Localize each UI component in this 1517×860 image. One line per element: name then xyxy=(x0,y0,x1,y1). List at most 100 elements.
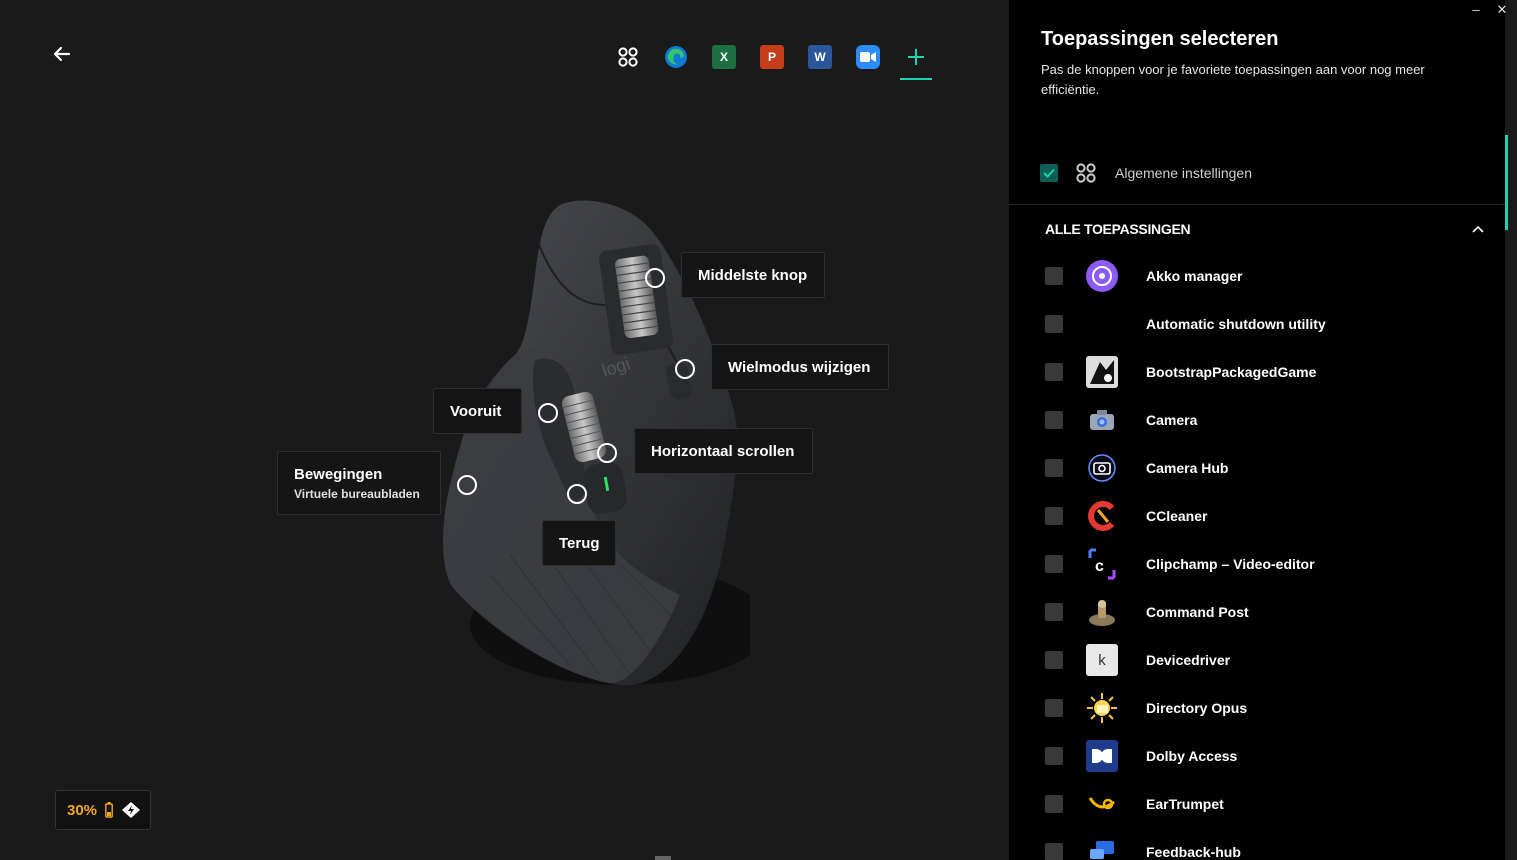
app-name: Automatic shutdown utility xyxy=(1146,316,1326,332)
app-checkbox[interactable] xyxy=(1045,651,1063,669)
chevron-up-icon[interactable] xyxy=(1471,224,1485,234)
callout-horizontal-scroll[interactable]: Horizontaal scrollen xyxy=(634,428,813,474)
gestures-hotspot[interactable] xyxy=(457,475,477,495)
tab-general-settings[interactable] xyxy=(604,34,652,80)
panel-subtitle: Pas de knoppen voor je favoriete toepass… xyxy=(1041,62,1425,97)
horizontal-scroll-hotspot[interactable] xyxy=(597,443,617,463)
app-checkbox[interactable] xyxy=(1045,411,1063,429)
divider xyxy=(1009,204,1505,205)
ccleaner-icon xyxy=(1086,500,1118,532)
app-checkbox[interactable] xyxy=(1045,315,1063,333)
callout-gestures-sub: Virtuele bureaubladen xyxy=(294,486,420,501)
select-applications-panel: Toepassingen selecteren Pas de knoppen v… xyxy=(1009,0,1505,860)
camera-icon xyxy=(1086,404,1118,436)
wheel-mode-hotspot[interactable] xyxy=(675,359,695,379)
list-item[interactable]: Directory Opus xyxy=(1045,684,1485,732)
directory-opus-icon xyxy=(1086,692,1118,724)
camera-hub-icon xyxy=(1086,452,1118,484)
svg-text:c: c xyxy=(1095,558,1104,575)
back-button[interactable] xyxy=(48,40,76,68)
callout-gestures-label: Bewegingen xyxy=(294,465,383,483)
zoom-icon xyxy=(856,45,880,69)
app-name: Camera xyxy=(1146,412,1198,428)
command-post-icon xyxy=(1086,596,1118,628)
excel-icon: X xyxy=(712,45,736,69)
app-checkbox[interactable] xyxy=(1045,603,1063,621)
list-item[interactable]: Dolby Access xyxy=(1045,732,1485,780)
tab-word[interactable]: W xyxy=(796,34,844,80)
callout-back[interactable]: Terug xyxy=(542,520,616,566)
bootstrap-icon xyxy=(1086,356,1118,388)
list-item[interactable]: Camera xyxy=(1045,396,1485,444)
callout-back-label: Terug xyxy=(559,534,600,552)
callout-middle-button[interactable]: Middelste knop xyxy=(681,252,825,298)
arrow-left-icon xyxy=(53,46,71,62)
callout-gestures[interactable]: Bewegingen Virtuele bureaubladen xyxy=(277,451,441,515)
back-button-hotspot[interactable] xyxy=(567,484,587,504)
tab-add-application[interactable] xyxy=(892,34,940,80)
list-item[interactable]: Command Post xyxy=(1045,588,1485,636)
tab-powerpoint[interactable]: P xyxy=(748,34,796,80)
app-name: Directory Opus xyxy=(1146,700,1248,716)
app-checkbox[interactable] xyxy=(1045,555,1063,573)
check-icon xyxy=(1043,168,1055,178)
word-icon: W xyxy=(808,45,832,69)
list-item[interactable]: Automatic shutdown utility xyxy=(1045,300,1485,348)
battery-status[interactable]: 30% xyxy=(55,790,151,830)
app-checkbox[interactable] xyxy=(1045,507,1063,525)
logi-bolt-icon xyxy=(122,802,141,818)
app-checkbox[interactable] xyxy=(1045,267,1063,285)
middle-button-hotspot[interactable] xyxy=(645,268,665,288)
powerpoint-icon: P xyxy=(760,45,784,69)
list-item[interactable]: EarTrumpet xyxy=(1045,780,1485,828)
app-name: BootstrapPackagedGame xyxy=(1146,364,1317,380)
grid-icon xyxy=(618,47,638,67)
app-name: EarTrumpet xyxy=(1146,796,1224,812)
app-list: Akko manager Automatic shutdown utility … xyxy=(1045,252,1485,860)
app-checkbox[interactable] xyxy=(1045,363,1063,381)
callout-wheel-mode-label: Wielmodus wijzigen xyxy=(728,358,871,376)
general-settings-checkbox[interactable] xyxy=(1040,163,1058,182)
eartrumpet-icon xyxy=(1086,788,1118,820)
app-checkbox[interactable] xyxy=(1045,795,1063,813)
list-item[interactable]: CCleaner xyxy=(1045,492,1485,540)
app-name: Feedback-hub xyxy=(1146,844,1241,860)
app-checkbox[interactable] xyxy=(1045,843,1063,860)
all-apps-title: ALLE TOEPASSINGEN xyxy=(1045,221,1191,237)
app-name: Command Post xyxy=(1146,604,1249,620)
general-settings-row[interactable]: Algemene instellingen xyxy=(1009,150,1505,195)
app-checkbox[interactable] xyxy=(1045,747,1063,765)
edge-icon xyxy=(665,46,687,68)
list-item[interactable]: BootstrapPackagedGame xyxy=(1045,348,1485,396)
app-bar: X P W xyxy=(604,34,940,80)
close-button[interactable]: ✕ xyxy=(1492,2,1512,20)
akko-icon xyxy=(1086,260,1118,292)
tab-zoom[interactable] xyxy=(844,34,892,80)
forward-button-hotspot[interactable] xyxy=(538,403,558,423)
general-settings-label: Algemene instellingen xyxy=(1115,164,1252,181)
app-name: Clipchamp – Video-editor xyxy=(1146,556,1315,572)
list-item[interactable]: Akko manager xyxy=(1045,252,1485,300)
feedback-hub-icon xyxy=(1086,836,1118,860)
app-checkbox[interactable] xyxy=(1045,459,1063,477)
scrollbar-track[interactable] xyxy=(1505,0,1517,860)
list-item[interactable]: c Clipchamp – Video-editor xyxy=(1045,540,1485,588)
list-item[interactable]: Feedback-hub xyxy=(1045,828,1485,860)
all-apps-header[interactable]: ALLE TOEPASSINGEN xyxy=(1045,218,1485,240)
list-item[interactable]: Camera Hub xyxy=(1045,444,1485,492)
list-item[interactable]: k Devicedriver xyxy=(1045,636,1485,684)
app-name: Camera Hub xyxy=(1146,460,1229,476)
app-checkbox[interactable] xyxy=(1045,699,1063,717)
minimize-button[interactable]: – xyxy=(1466,2,1486,20)
resize-grip[interactable] xyxy=(655,856,671,860)
device-view: X P W logi Middelste knop Wielmodus wijz… xyxy=(0,0,1009,860)
scrollbar-thumb[interactable] xyxy=(1505,135,1508,230)
callout-forward-label: Vooruit xyxy=(450,402,502,420)
battery-percent: 30% xyxy=(67,801,98,819)
tab-excel[interactable]: X xyxy=(700,34,748,80)
callout-forward[interactable]: Vooruit xyxy=(433,388,522,434)
dolby-icon xyxy=(1086,740,1118,772)
callout-wheel-mode[interactable]: Wielmodus wijzigen xyxy=(711,344,889,390)
tab-edge[interactable] xyxy=(652,34,700,80)
plus-icon xyxy=(908,49,924,65)
